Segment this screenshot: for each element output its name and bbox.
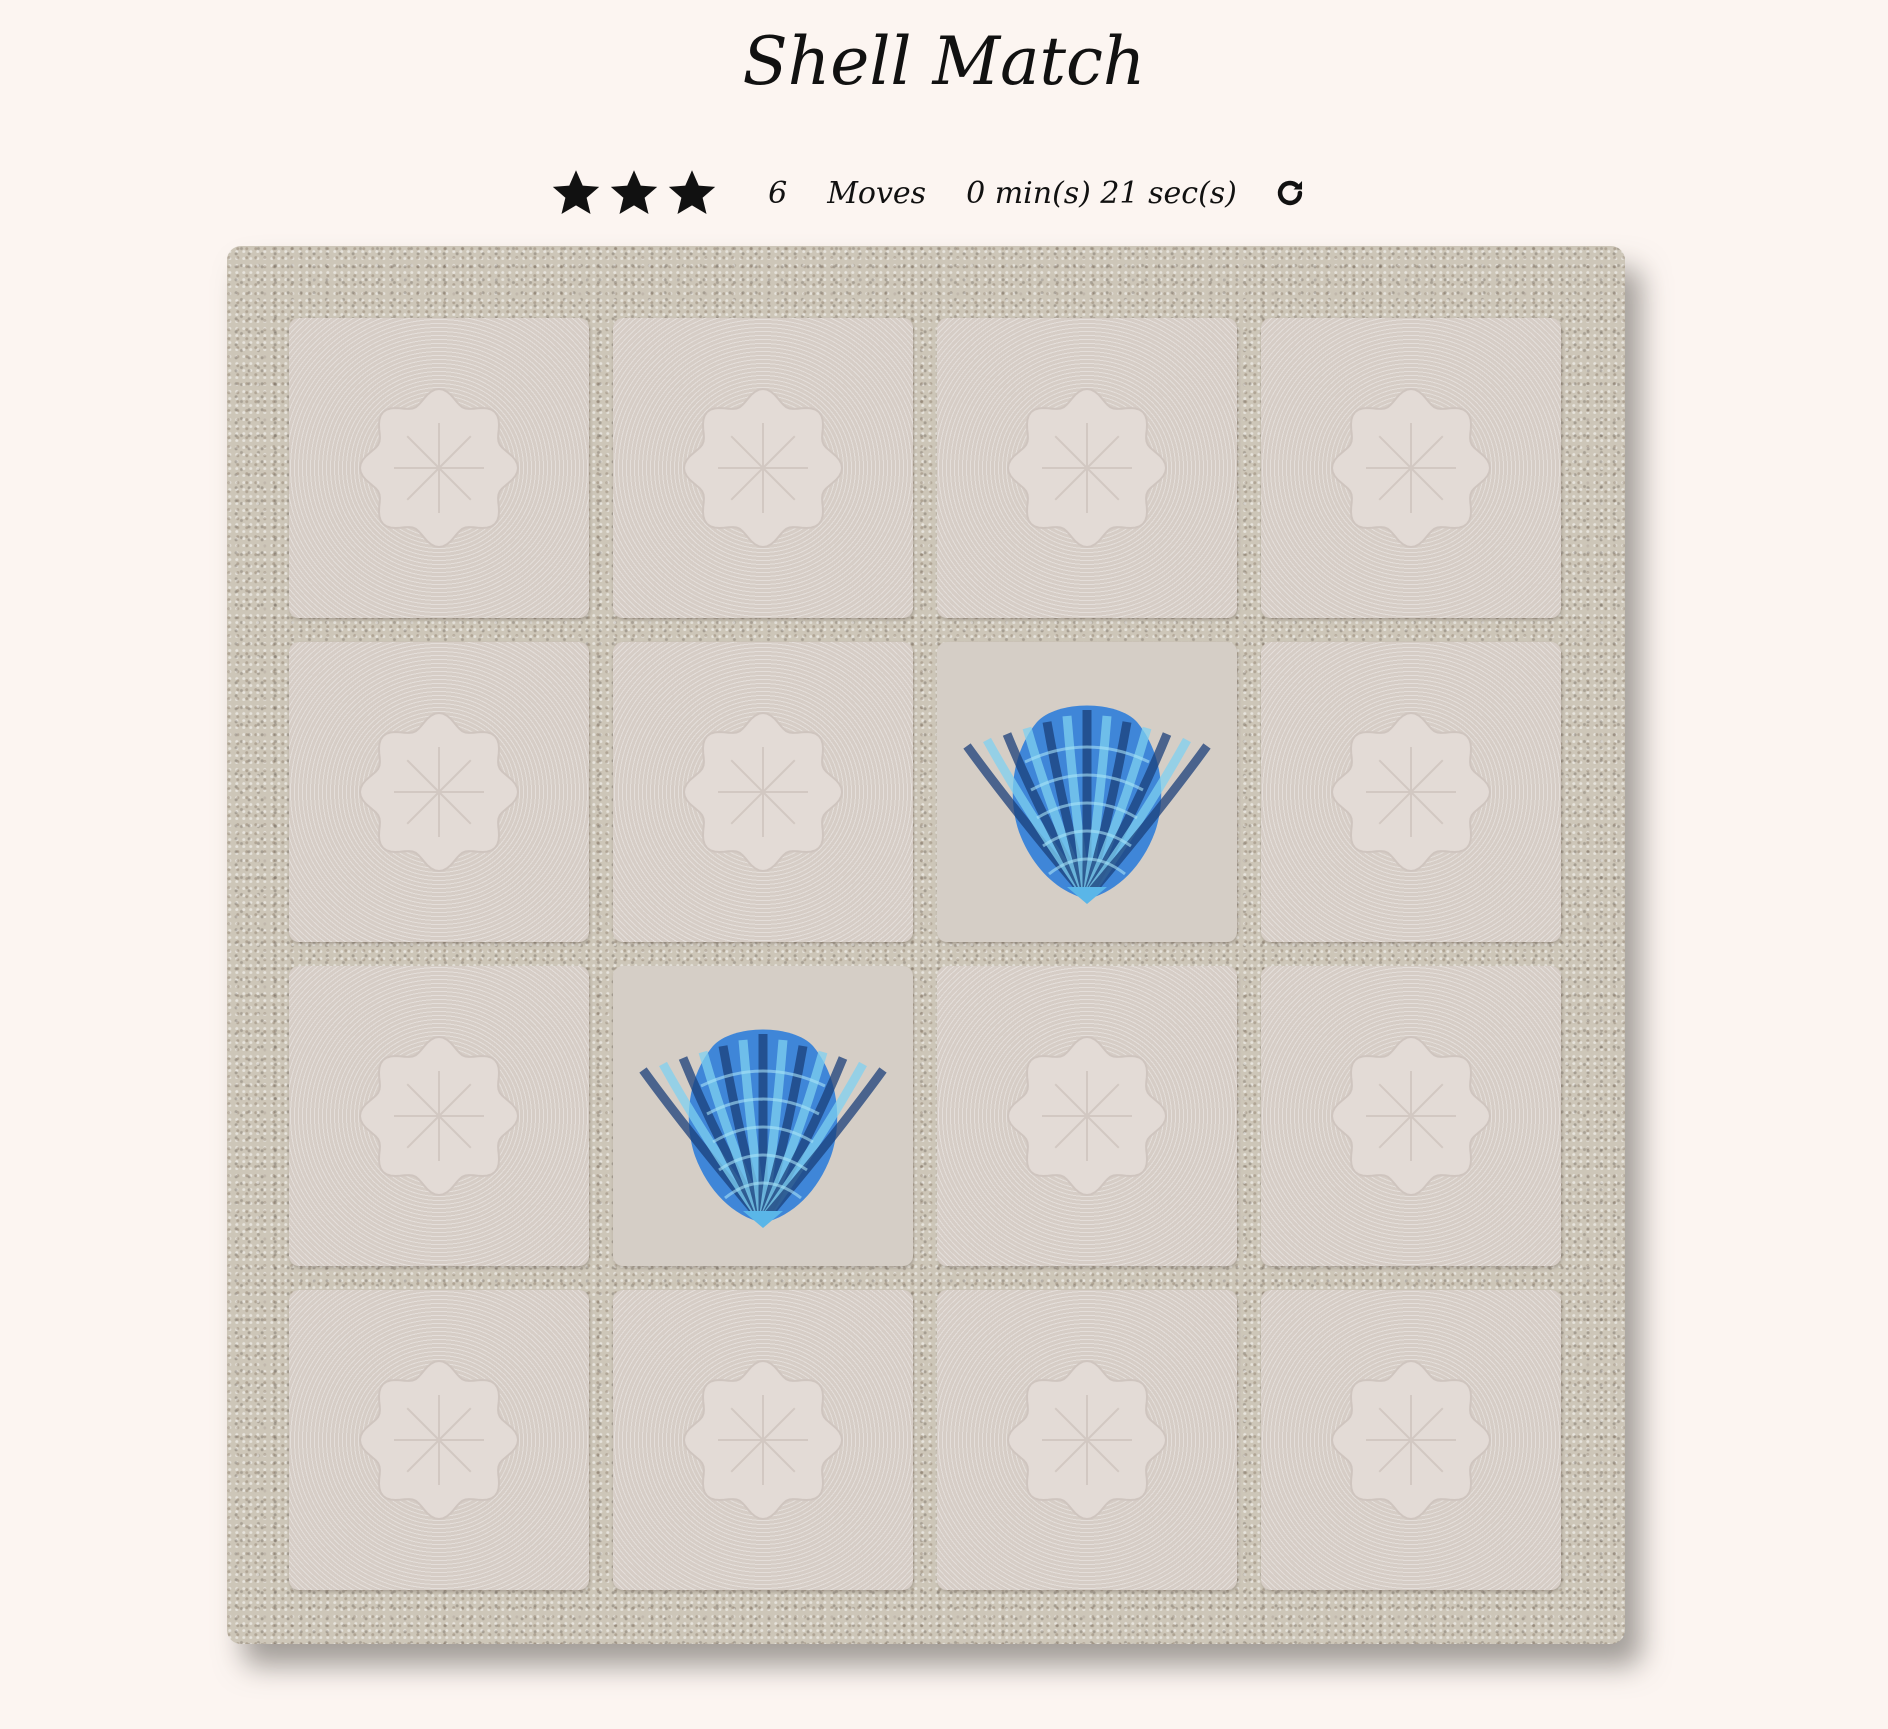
sand-dollar-icon bbox=[1006, 387, 1168, 549]
star-icon bbox=[608, 167, 660, 219]
card-hidden[interactable] bbox=[613, 318, 913, 618]
shell-icon bbox=[639, 1029, 887, 1228]
card-hidden[interactable] bbox=[289, 1290, 589, 1590]
page-title: Shell Match bbox=[742, 23, 1146, 100]
card-hidden[interactable] bbox=[1261, 966, 1561, 1266]
sand-dollar-icon bbox=[358, 1035, 520, 1197]
star-icon bbox=[666, 167, 718, 219]
sand-dollar-icon bbox=[1330, 387, 1492, 549]
sand-dollar-icon bbox=[1330, 1035, 1492, 1197]
card-hidden[interactable] bbox=[289, 318, 589, 618]
star-icon bbox=[550, 167, 602, 219]
sand-dollar-icon bbox=[358, 711, 520, 873]
card-hidden[interactable] bbox=[937, 1290, 1237, 1590]
sand-dollar-icon bbox=[1006, 1035, 1168, 1197]
card-hidden[interactable] bbox=[613, 1290, 913, 1590]
timer: 0 min(s) 21 sec(s) bbox=[966, 175, 1237, 211]
card-hidden[interactable] bbox=[289, 642, 589, 942]
card-hidden[interactable] bbox=[289, 966, 589, 1266]
sand-dollar-icon bbox=[682, 1359, 844, 1521]
sand-dollar-icon bbox=[358, 1359, 520, 1521]
sand-dollar-icon bbox=[1330, 711, 1492, 873]
card-open[interactable] bbox=[937, 642, 1237, 942]
shell-icon bbox=[963, 705, 1211, 904]
sand-dollar-icon bbox=[682, 711, 844, 873]
sand-dollar-icon bbox=[1330, 1359, 1492, 1521]
sand-dollar-icon bbox=[1006, 1359, 1168, 1521]
sand-dollar-icon bbox=[358, 387, 520, 549]
score-panel: 6 Moves 0 min(s) 21 sec(s) bbox=[0, 158, 1857, 228]
restart-icon[interactable] bbox=[1273, 176, 1307, 210]
card-hidden[interactable] bbox=[1261, 318, 1561, 618]
card-hidden[interactable] bbox=[937, 318, 1237, 618]
card-hidden[interactable] bbox=[937, 966, 1237, 1266]
card-deck bbox=[227, 246, 1625, 1644]
moves-label: Moves bbox=[827, 175, 927, 211]
moves-count: 6 bbox=[768, 175, 788, 211]
card-hidden[interactable] bbox=[1261, 1290, 1561, 1590]
sand-dollar-icon bbox=[682, 387, 844, 549]
card-open[interactable] bbox=[613, 966, 913, 1266]
star-rating bbox=[550, 167, 718, 219]
card-hidden[interactable] bbox=[1261, 642, 1561, 942]
card-hidden[interactable] bbox=[613, 642, 913, 942]
